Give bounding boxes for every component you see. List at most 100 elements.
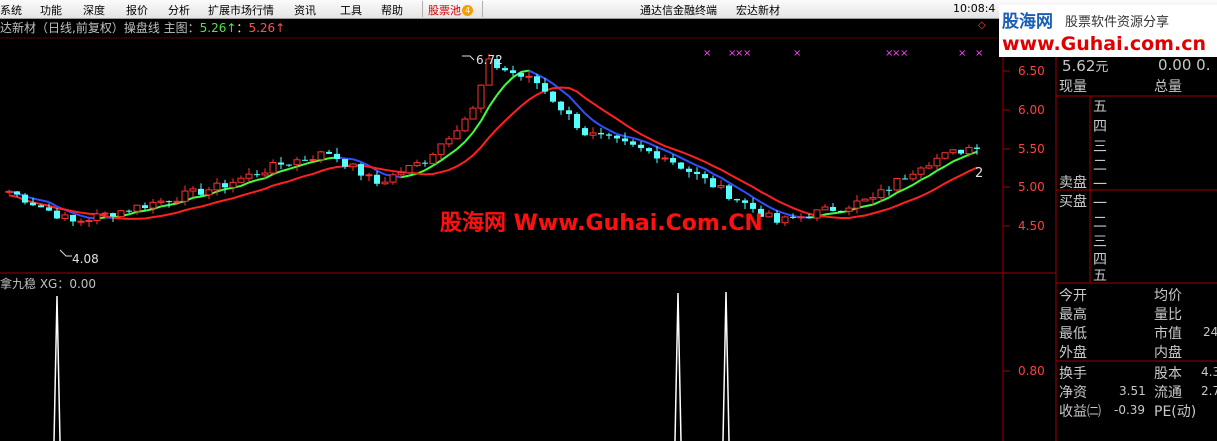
y-axis-label: 5.50 [1018, 142, 1045, 156]
candle-body-down [606, 134, 612, 136]
candle-body-up [429, 153, 437, 165]
signal-badge: 2 [975, 166, 984, 181]
fast-line-segment [40, 199, 50, 203]
candle-body-down [70, 214, 76, 222]
stat-avg-label: 均价 [1154, 288, 1182, 304]
candle-body-up [917, 167, 925, 175]
fast-line-segment [528, 69, 538, 76]
candle-body-up [445, 138, 453, 145]
fast-line-segment [688, 160, 698, 167]
candle-body-down [574, 114, 580, 129]
candle-body-up [261, 172, 269, 176]
fast-line-segment [784, 212, 794, 217]
stat-mktcap-value: 24 [1203, 325, 1217, 339]
pe-label: PE(动) [1154, 404, 1197, 420]
fast-line-segment [464, 131, 474, 143]
fast-line-segment [864, 203, 874, 208]
candle-body-down [534, 76, 540, 84]
candle-body-up [381, 181, 389, 185]
fast-line-segment [912, 179, 922, 186]
candle-body-down [502, 68, 508, 71]
high-pointer [462, 55, 475, 61]
candle-body-up [469, 107, 477, 120]
fast-line-segment [504, 76, 514, 86]
candle-body-down [670, 158, 676, 163]
candle-body-down [46, 207, 52, 211]
share-capital-value: 4.3 [1201, 365, 1217, 379]
candle-body-up [765, 212, 773, 218]
candle-body-up [317, 151, 325, 161]
fast-line-segment [704, 168, 714, 175]
fast-line-segment [672, 152, 682, 159]
candle-body-up [797, 216, 805, 219]
high-price-label: 6.72 [476, 53, 503, 67]
fast-line-segment [488, 94, 498, 108]
candle-body-up [949, 149, 957, 154]
candle-body-down [686, 168, 692, 172]
current-price: 5.62元 [1062, 57, 1109, 75]
fast-line-segment [520, 69, 530, 74]
stat-outer-label: 外盘 [1059, 345, 1087, 361]
sell-level-4: 四 [1093, 119, 1107, 135]
stat-inner-label: 内盘 [1154, 345, 1182, 361]
candle-body-down [598, 132, 604, 135]
candle-body-up [661, 157, 669, 160]
candle-body-down [334, 153, 340, 160]
candle-body-down [422, 162, 428, 164]
candle-body-up [933, 157, 941, 167]
fast-line-segment [288, 165, 298, 170]
candle-body-up [813, 209, 821, 219]
candle-body-down [22, 194, 28, 203]
candle-body-down [358, 164, 364, 176]
candle-body-down [806, 216, 812, 219]
candle-body-up [93, 213, 101, 221]
fast-line-segment [928, 169, 938, 177]
candle-body-up [189, 188, 197, 192]
fast-line-segment [696, 164, 706, 170]
fast-line-segment [824, 212, 834, 216]
stat-low-label: 最低 [1059, 326, 1087, 342]
fast-line-segment [80, 214, 90, 219]
candlesticks [5, 53, 980, 227]
candle-body-up [85, 219, 93, 222]
candle-body-up [965, 147, 973, 155]
candle-body-down [286, 164, 292, 166]
stat-mktcap-label: 市值 [1154, 326, 1182, 342]
watermark: 股海网 Www.Guhai.Com.CN [440, 211, 763, 236]
candle-body-down [734, 198, 740, 201]
signal-marker: × [703, 48, 711, 59]
signal-marker: × [793, 48, 801, 59]
y-axis-label: 4.50 [1018, 219, 1045, 233]
fast-line-segment [832, 211, 842, 215]
candle-body-down [726, 185, 732, 199]
indicator-axis-label: 0.80 [1018, 364, 1045, 378]
fast-line-segment [768, 205, 778, 212]
candle-body-up [205, 189, 213, 196]
fast-line-segment [960, 153, 970, 159]
indicator-title: 拿九稳 XG：0.00 [0, 277, 97, 291]
fast-line-segment [632, 136, 642, 142]
fast-line-segment [248, 179, 258, 184]
fast-line-segment [880, 196, 890, 203]
candle-body-down [198, 188, 204, 195]
candle-body-down [14, 191, 20, 195]
candle-body-up [133, 204, 141, 212]
fast-line-segment [456, 141, 466, 150]
fast-line-segment [952, 157, 962, 163]
candle-body-up [941, 152, 949, 159]
low-pointer [59, 249, 72, 257]
candle-body-down [254, 174, 260, 176]
candle-body-down [222, 183, 228, 188]
indicator-spikes [53, 291, 730, 441]
candle-body-down [38, 205, 44, 208]
fast-line-segment [472, 120, 482, 134]
candle-body-up [525, 75, 533, 78]
logo-subtitle: 股票软件资源分享 [1065, 15, 1170, 30]
candle-body-up [397, 172, 405, 176]
candle-body-up [853, 200, 861, 209]
candle-body-down [558, 101, 564, 111]
indicator-spike [674, 292, 682, 441]
candle-body-up [781, 216, 789, 224]
candle-body-down [342, 159, 348, 167]
candle-body-up [61, 214, 69, 219]
